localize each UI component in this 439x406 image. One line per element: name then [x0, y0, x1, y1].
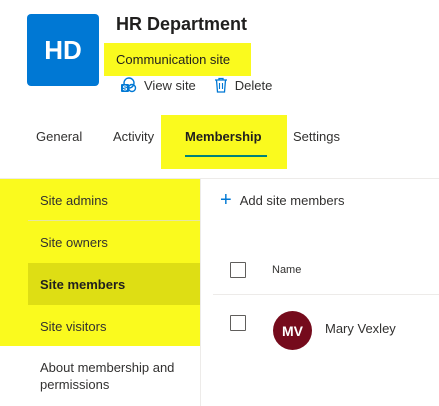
site-type-label: Communication site [104, 43, 251, 76]
add-site-members-label: Add site members [239, 192, 345, 208]
nav-site-visitors[interactable]: Site visitors [28, 305, 200, 347]
sharepoint-icon: S [121, 77, 137, 93]
active-tab-indicator [185, 155, 267, 157]
column-header-name[interactable]: Name [272, 264, 301, 276]
nav-divider [200, 179, 201, 406]
tab-activity[interactable]: Activity [113, 115, 154, 158]
site-actions: S View site Delete [120, 77, 290, 93]
avatar: MV [273, 311, 312, 350]
site-logo-tile: HD [27, 14, 99, 86]
svg-text:S: S [123, 86, 128, 93]
tab-settings[interactable]: Settings [293, 115, 340, 158]
nav-site-owners[interactable]: Site owners [28, 221, 200, 263]
site-title: HR Department [116, 14, 248, 34]
tab-general[interactable]: General [36, 115, 82, 158]
tab-bar: General Activity Membership Settings [0, 115, 439, 169]
view-site-button[interactable]: S View site [120, 77, 196, 93]
add-site-members-button[interactable]: + Add site members [220, 189, 345, 211]
trash-icon [214, 77, 227, 93]
member-name: Mary Vexley [325, 321, 396, 336]
delete-button[interactable]: Delete [214, 77, 273, 93]
nav-about-membership[interactable]: About membership and permissions [28, 359, 193, 393]
tab-membership-label: Membership [185, 129, 262, 144]
delete-label: Delete [234, 77, 273, 93]
view-site-label: View site [144, 77, 196, 93]
row-checkbox[interactable] [230, 315, 246, 331]
plus-icon: + [220, 189, 232, 211]
nav-site-admins[interactable]: Site admins [28, 179, 200, 221]
tab-membership[interactable]: Membership [161, 115, 287, 169]
header-separator [213, 294, 439, 295]
nav-site-members[interactable]: Site members [28, 263, 200, 305]
select-all-checkbox[interactable] [230, 262, 246, 278]
